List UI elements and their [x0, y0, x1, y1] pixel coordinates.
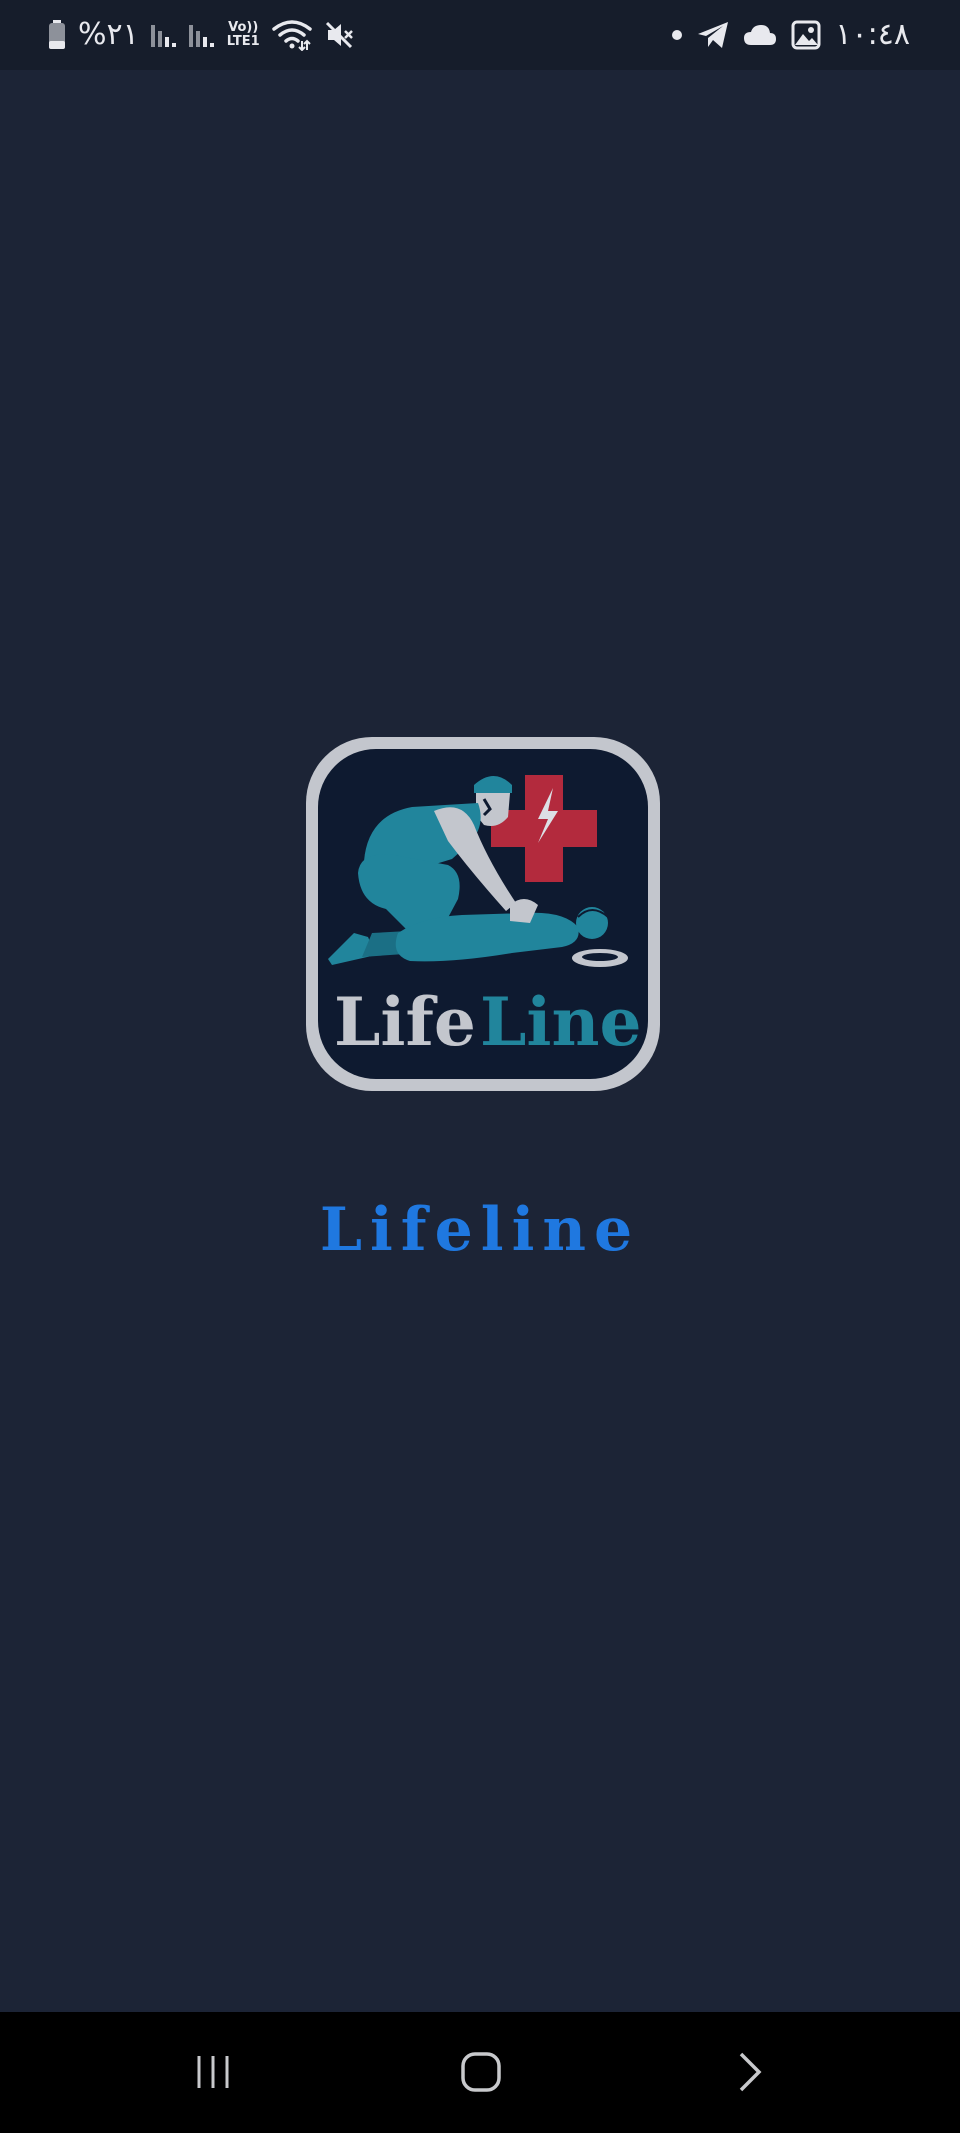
back-icon	[735, 2050, 765, 2094]
recents-button[interactable]	[173, 2042, 253, 2102]
logo-text-life: Life	[334, 983, 476, 1061]
home-button[interactable]	[441, 2042, 521, 2102]
back-button[interactable]	[710, 2042, 790, 2102]
logo-text-line: Line	[480, 983, 641, 1061]
signal-icon	[150, 21, 177, 49]
battery-percentage: %۲۱	[78, 17, 139, 52]
mute-icon	[324, 20, 354, 50]
dot-icon	[671, 29, 683, 41]
battery-icon	[48, 20, 66, 50]
splash-screen: %۲۱ Vo)) LTE1 ۱۰:٤٨ Life Line Lifeline	[0, 0, 960, 2133]
telegram-icon	[697, 20, 729, 50]
app-name-title: Lifeline	[319, 1195, 641, 1265]
app-logo: Life Line	[302, 733, 664, 1095]
recents-icon	[193, 2052, 233, 2092]
status-left-group: %۲۱ Vo)) LTE1	[48, 14, 354, 56]
signal-icon	[188, 21, 215, 49]
volte-label: Vo))	[228, 20, 259, 35]
home-icon	[460, 2051, 502, 2093]
status-bar: %۲۱ Vo)) LTE1 ۱۰:٤٨	[0, 0, 960, 70]
gallery-icon	[791, 20, 821, 50]
clock: ۱۰:٤٨	[835, 17, 910, 52]
cloud-icon	[743, 23, 777, 47]
volte-indicator: Vo)) LTE1	[227, 21, 260, 49]
status-right-group: ۱۰:٤٨	[671, 14, 910, 56]
wifi-icon	[271, 19, 312, 51]
navigation-bar	[0, 2012, 960, 2133]
lte-label: LTE1	[226, 34, 260, 49]
